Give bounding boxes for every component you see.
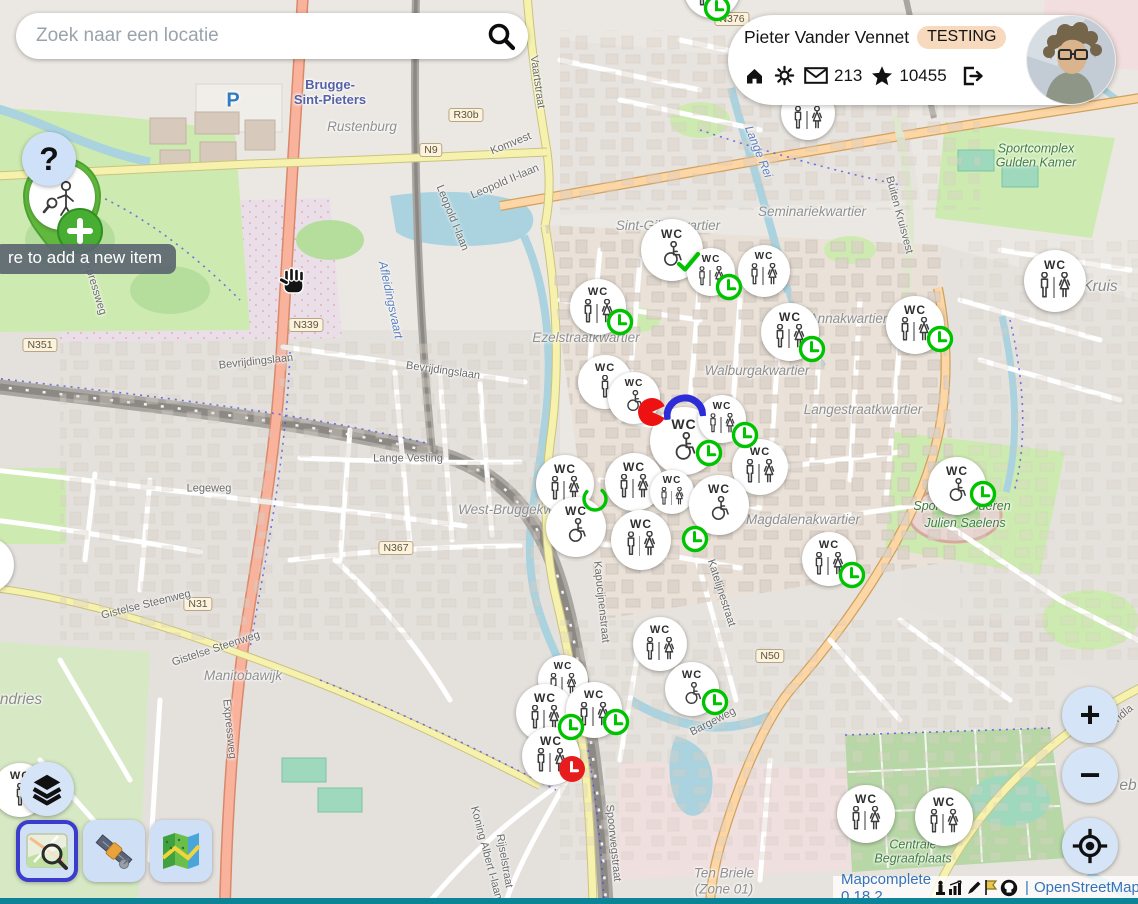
user-panel: Pieter Vander Vennet TESTING 213 bbox=[728, 15, 1116, 105]
wc-marker-wheelchair[interactable]: WC bbox=[608, 372, 660, 424]
wc-marker-male-female[interactable]: WC bbox=[687, 248, 735, 296]
stats-icon[interactable] bbox=[934, 880, 947, 896]
osm-link[interactable]: OpenStreetMap bbox=[1034, 879, 1138, 896]
changesets-icon[interactable] bbox=[871, 65, 893, 86]
wc-marker-male-female[interactable]: WC bbox=[522, 727, 580, 785]
wc-marker-wheelchair[interactable]: WC bbox=[546, 497, 606, 557]
home-icon[interactable] bbox=[744, 66, 765, 86]
edit-icon[interactable] bbox=[966, 880, 982, 896]
layers-icon bbox=[28, 770, 66, 808]
flag-icon[interactable] bbox=[983, 879, 999, 896]
geolocate-icon bbox=[1069, 825, 1111, 867]
mapcomplete-app: Brugge- Sint-PietersRustenburgPN9R30bN37… bbox=[0, 0, 1138, 904]
search-input[interactable] bbox=[34, 24, 478, 48]
wc-marker-wheelchair[interactable]: WC bbox=[928, 457, 986, 515]
wc-marker-wheelchair[interactable]: WC bbox=[665, 662, 719, 716]
add-item-tooltip: re to add a new item bbox=[0, 244, 176, 274]
avatar[interactable] bbox=[1027, 16, 1115, 104]
settings-icon[interactable] bbox=[774, 65, 795, 86]
attribution-bar: Mapcomplete 0.18.2 | OpenStreetMap bbox=[833, 876, 1138, 899]
wc-marker-male-female[interactable]: WC bbox=[611, 510, 671, 570]
user-name: Pieter Vander Vennet bbox=[744, 27, 909, 48]
wc-marker-male-female[interactable]: WC bbox=[738, 245, 790, 297]
layers-button[interactable] bbox=[20, 762, 74, 816]
wc-marker-male-female[interactable]: WC bbox=[698, 395, 746, 443]
logout-icon[interactable] bbox=[962, 66, 984, 86]
wc-marker-male-female[interactable]: WC bbox=[915, 788, 973, 846]
wc-marker-male-female[interactable]: WC bbox=[566, 682, 622, 738]
basemap-carto-button[interactable] bbox=[16, 820, 78, 882]
wc-marker-wheelchair[interactable]: WC bbox=[689, 475, 749, 535]
messages-count[interactable]: 213 bbox=[834, 66, 862, 86]
wc-marker-male-female[interactable]: WC bbox=[650, 470, 694, 514]
folded-map-icon bbox=[158, 828, 204, 874]
zoom-in-button[interactable]: + bbox=[1062, 687, 1118, 743]
testing-badge: TESTING bbox=[917, 26, 1006, 49]
basemap-map-button[interactable] bbox=[150, 820, 212, 882]
github-icon[interactable] bbox=[1000, 879, 1018, 897]
help-icon: ? bbox=[39, 141, 59, 178]
search-icon[interactable] bbox=[486, 21, 516, 51]
carto-map-icon bbox=[24, 828, 70, 874]
messages-icon[interactable] bbox=[804, 67, 828, 84]
geolocate-button[interactable] bbox=[1062, 818, 1118, 874]
wc-marker-male-female[interactable]: WC bbox=[802, 532, 856, 586]
wc-marker-male-female[interactable]: WC bbox=[570, 279, 626, 335]
zoom-out-button[interactable]: − bbox=[1062, 747, 1118, 803]
help-button[interactable]: ? bbox=[22, 132, 76, 186]
zoom-in-icon: + bbox=[1079, 694, 1100, 736]
wc-marker-male-female[interactable]: WC bbox=[633, 617, 687, 671]
search-bar bbox=[16, 13, 528, 59]
wc-marker-male-female[interactable]: WC bbox=[886, 296, 944, 354]
zoom-out-icon: − bbox=[1079, 754, 1100, 796]
wc-marker-male-female[interactable]: WC bbox=[761, 303, 819, 361]
wc-marker-male-female[interactable]: WC bbox=[837, 785, 895, 843]
wc-marker-male-female[interactable]: WC bbox=[1024, 250, 1086, 312]
bottom-strip bbox=[0, 898, 1138, 904]
basemap-satellite-button[interactable] bbox=[83, 820, 145, 882]
chart-icon[interactable] bbox=[948, 880, 965, 895]
basemap-style-bar bbox=[16, 820, 212, 882]
attribution-divider: | bbox=[1025, 879, 1029, 896]
satellite-icon bbox=[91, 828, 137, 874]
changesets-count[interactable]: 10455 bbox=[899, 66, 946, 86]
